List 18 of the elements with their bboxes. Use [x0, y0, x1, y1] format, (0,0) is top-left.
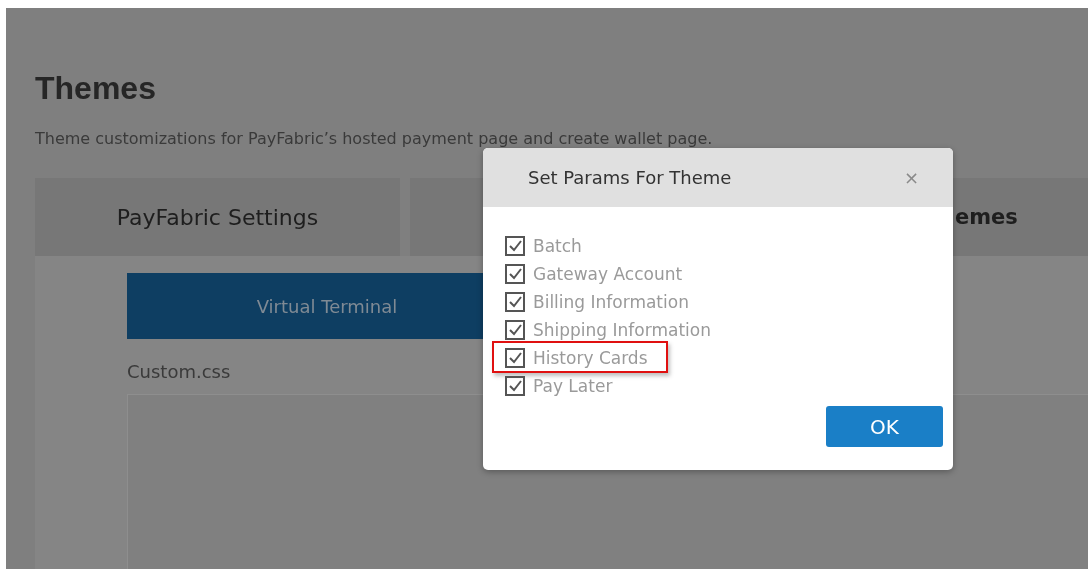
- checkbox[interactable]: [505, 348, 525, 368]
- option-label: Batch: [533, 236, 582, 256]
- tab[interactable]: PayFabric Settings: [35, 178, 400, 256]
- checkbox[interactable]: [505, 264, 525, 284]
- option-label: Pay Later: [533, 376, 613, 396]
- option-label: History Cards: [533, 348, 648, 368]
- page-title: Themes: [35, 70, 157, 107]
- option-label: Billing Information: [533, 292, 689, 312]
- page-description: Theme customizations for PayFabric’s hosted payment page and create wallet page.: [35, 129, 714, 148]
- checkbox[interactable]: [505, 236, 525, 256]
- checkbox[interactable]: [505, 320, 525, 340]
- option-label: Gateway Account: [533, 264, 683, 284]
- option-label: Shipping Information: [533, 320, 711, 340]
- checkbox[interactable]: [505, 376, 525, 396]
- ok-button[interactable]: OK: [826, 406, 943, 447]
- editor-label: Custom.css: [127, 361, 231, 382]
- checkbox[interactable]: [505, 292, 525, 312]
- dialog-title: Set Params For Theme: [528, 167, 732, 188]
